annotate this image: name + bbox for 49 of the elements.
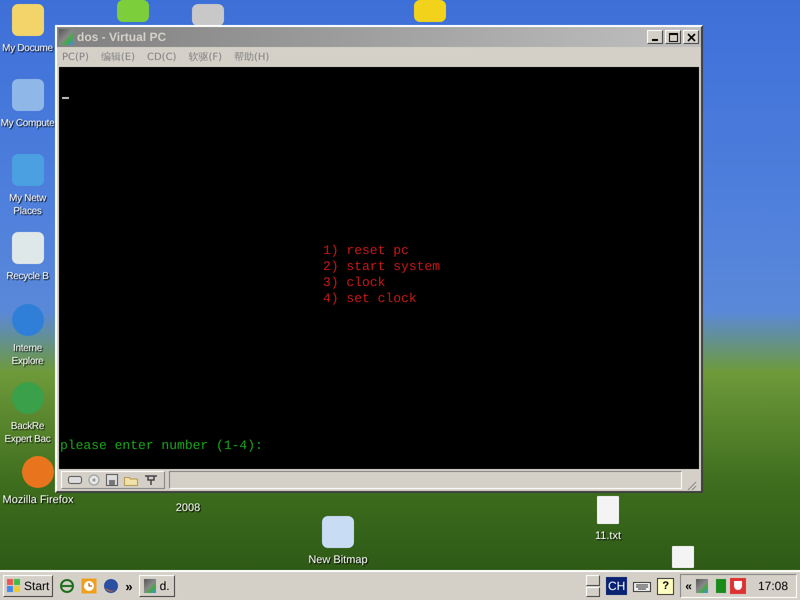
icon-label[interactable]: Explore: [12, 355, 44, 368]
text-cursor: [62, 97, 69, 99]
icon-label[interactable]: My Docume: [2, 42, 53, 55]
console-prompt: please enter number (1-4):: [59, 438, 264, 453]
menu-item[interactable]: PC(P): [62, 52, 89, 62]
menu-item[interactable]: 帮助(H): [234, 50, 270, 64]
icon-label[interactable]: Expert Bac: [4, 433, 50, 446]
browser-icon[interactable]: [59, 578, 76, 594]
cd-icon[interactable]: [88, 474, 100, 486]
maximize-icon: [668, 32, 678, 42]
four-squares-icon: [7, 579, 21, 593]
keyboard-icon[interactable]: [633, 580, 652, 592]
maximize-button[interactable]: [665, 30, 681, 44]
window-title: dos - Virtual PC: [77, 30, 166, 44]
clock-icon[interactable]: [81, 578, 98, 594]
help-button[interactable]: ?: [657, 578, 674, 594]
keyboard-icon[interactable]: [68, 475, 82, 485]
network-plug-icon[interactable]: [144, 474, 158, 486]
icon-label[interactable]: BackRe: [10, 420, 44, 433]
shield-icon[interactable]: [730, 578, 746, 594]
close-button[interactable]: [683, 30, 699, 44]
language-indicator[interactable]: CH: [606, 577, 628, 595]
minimize-button[interactable]: [647, 30, 663, 44]
resize-grip-icon[interactable]: [686, 480, 697, 491]
console-menu-line: 4) set clock: [323, 291, 418, 307]
icon-label[interactable]: New Bitmap: [308, 554, 368, 567]
menu-item[interactable]: 编辑(E): [100, 50, 135, 64]
icon-label[interactable]: 11.txt: [594, 530, 622, 543]
icon-label[interactable]: My Netw: [9, 192, 46, 205]
start-button[interactable]: Start: [3, 575, 54, 597]
icon-label[interactable]: Places: [13, 205, 42, 218]
task-button[interactable]: d.: [138, 575, 175, 597]
icon-label[interactable]: Mozilla Firefox: [2, 494, 74, 507]
console-menu-line: 2) start system: [323, 259, 442, 275]
menu-item[interactable]: CD(C): [146, 52, 176, 62]
firefox-icon[interactable]: [103, 578, 120, 594]
clock: 17:08: [758, 579, 788, 593]
more-chevron[interactable]: »: [125, 578, 133, 594]
icon-label[interactable]: My Compute: [0, 117, 54, 130]
show-hidden-icons[interactable]: «: [685, 579, 692, 593]
console-menu-line: 3) clock: [323, 275, 386, 291]
spin-control[interactable]: [586, 575, 600, 597]
floppy-icon[interactable]: [106, 474, 118, 486]
icon-label[interactable]: Interne: [12, 342, 42, 355]
close-icon: [686, 32, 696, 42]
console-menu-line: 1) reset pc: [323, 243, 410, 259]
menu-item[interactable]: 软驱(F): [188, 50, 222, 64]
icon-label[interactable]: 2008: [176, 502, 200, 515]
icon-label[interactable]: Recycle B: [6, 270, 49, 283]
